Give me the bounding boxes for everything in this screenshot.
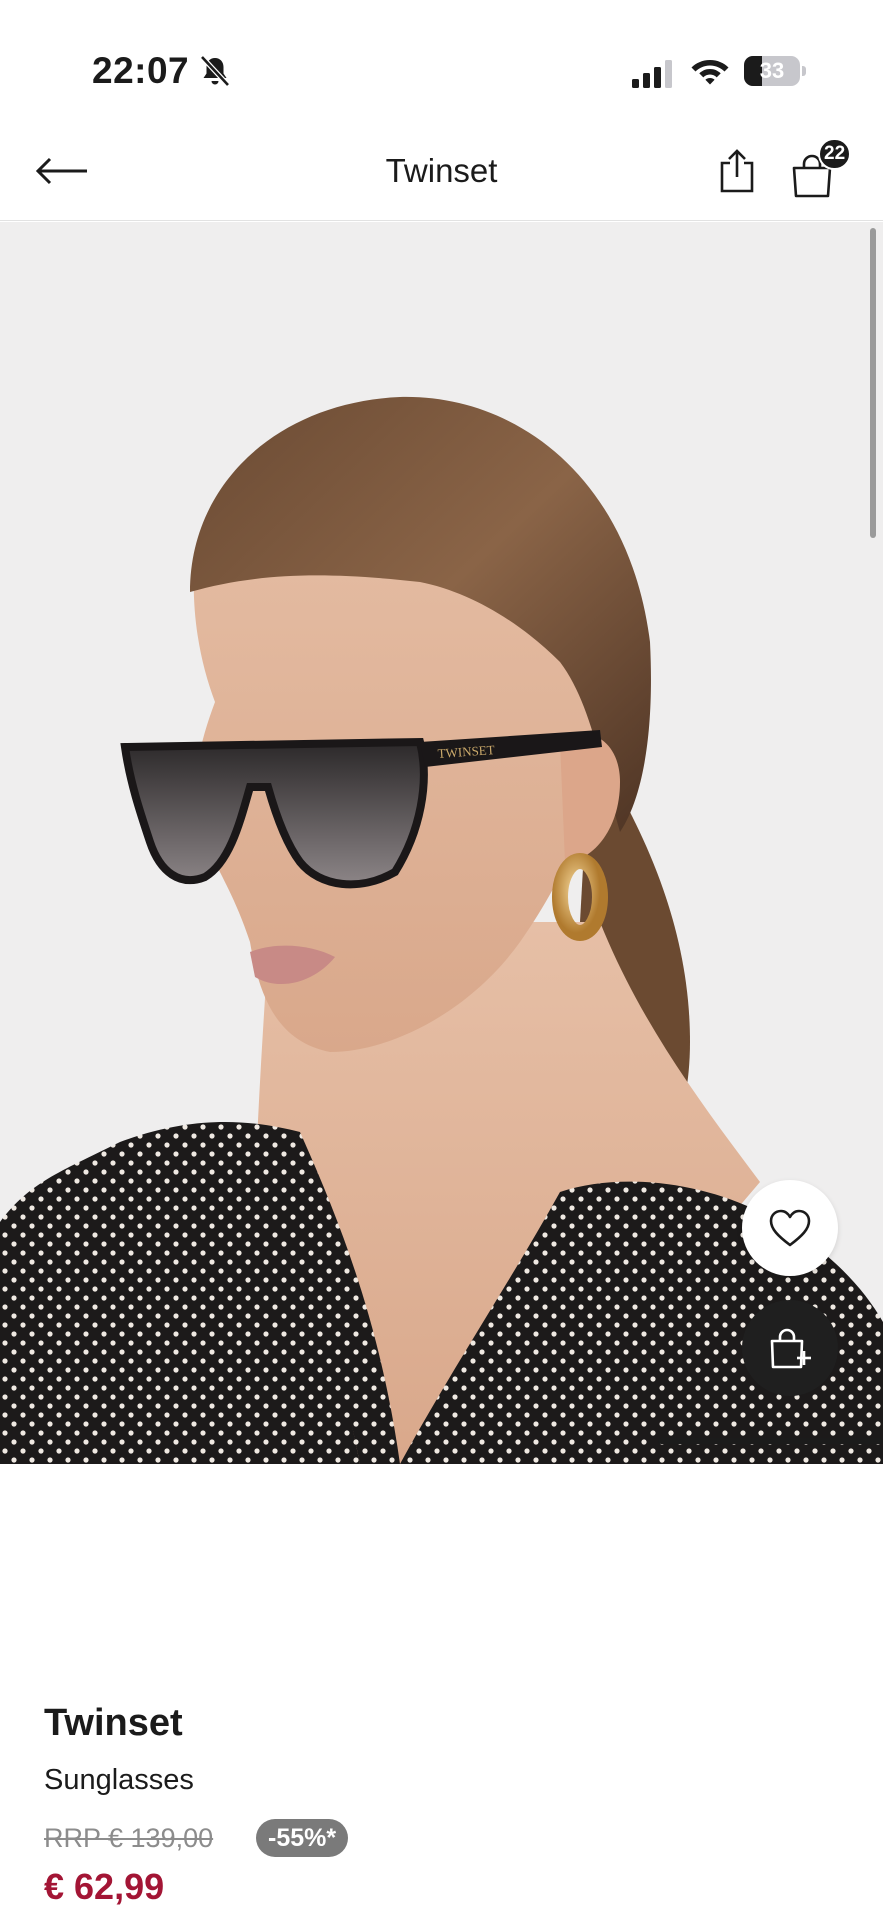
- gallery-scrollbar[interactable]: [870, 228, 876, 538]
- product-info: Twinset Sunglasses RRP € 139,00 -55%* € …: [0, 1464, 883, 1920]
- bag-add-icon: [770, 1328, 811, 1369]
- product-category: Sunglasses: [44, 1764, 194, 1796]
- heart-icon: [769, 1209, 811, 1247]
- discount-badge: -55%*: [256, 1819, 349, 1857]
- wishlist-button[interactable]: [742, 1180, 838, 1276]
- original-price: RRP € 139,00: [44, 1823, 214, 1853]
- bag-count-badge: 22: [818, 138, 852, 170]
- product-image: TWINSET: [0, 222, 883, 1464]
- sale-price: € 62,99: [44, 1866, 165, 1907]
- navigation-header: Twinset 22: [0, 120, 883, 221]
- gallery-progress-bar: [658, 1438, 883, 1444]
- product-brand[interactable]: Twinset: [44, 1702, 183, 1745]
- status-bar: 22:07 33: [0, 0, 883, 120]
- share-icon: [720, 149, 754, 193]
- add-to-bag-button[interactable]: [742, 1300, 838, 1396]
- wifi-icon: [691, 60, 729, 85]
- share-button[interactable]: [712, 146, 762, 196]
- battery-level: 33: [759, 58, 785, 83]
- bell-slash-icon: [200, 55, 230, 87]
- battery-indicator: 33: [744, 56, 806, 86]
- status-time: 22:07: [92, 50, 190, 91]
- cellular-signal-icon: [632, 60, 672, 88]
- product-gallery[interactable]: TWINSET: [0, 222, 883, 1464]
- shopping-bag-button[interactable]: 22: [790, 138, 852, 200]
